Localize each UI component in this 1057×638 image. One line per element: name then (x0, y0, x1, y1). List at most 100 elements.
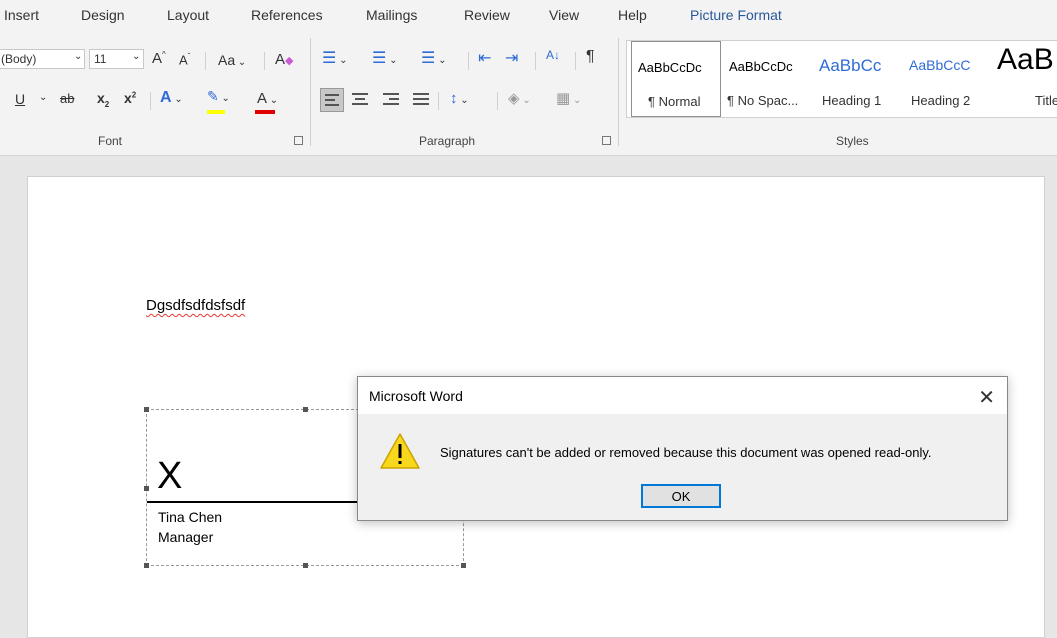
tab-insert[interactable]: Insert (4, 7, 39, 23)
style-name: ¶ Normal (648, 94, 701, 109)
borders-icon: ▦ (556, 90, 571, 107)
justify-button[interactable] (413, 93, 429, 109)
resize-handle[interactable] (461, 563, 466, 568)
tab-view[interactable]: View (549, 7, 579, 23)
sort-button[interactable]: A↓ (546, 48, 560, 62)
text-effects-icon: A (160, 89, 172, 106)
sort-icon: A↓ (546, 48, 561, 62)
highlight-color-swatch (207, 110, 225, 114)
line-spacing-button[interactable]: ↕ ⌄ (450, 90, 469, 107)
tab-review[interactable]: Review (464, 7, 510, 23)
group-separator (618, 38, 619, 146)
align-right-icon (383, 93, 399, 108)
separator (150, 92, 151, 110)
decrease-indent-icon: ⇤ (478, 50, 492, 67)
line-spacing-icon: ↕ (450, 90, 458, 107)
dialog-message: Signatures can't be added or removed bec… (440, 445, 932, 460)
clear-formatting-button[interactable]: A◆ (275, 51, 293, 68)
pilcrow-icon: ¶ (586, 48, 595, 65)
signer-name: Tina Chen (158, 509, 223, 525)
tab-references[interactable]: References (251, 7, 323, 23)
align-left-icon (325, 94, 339, 109)
grow-font-button[interactable]: A^ (152, 50, 166, 67)
shrink-font-button[interactable]: Aˇ (179, 52, 190, 67)
bullets-button[interactable]: ☰ ⌄ (322, 48, 348, 68)
style-no-spacing[interactable]: AaBbCcDc ¶ No Spac... (723, 41, 813, 117)
change-case-button[interactable]: Aa ⌄ (218, 52, 246, 68)
text-effects-button[interactable]: A ⌄ (160, 89, 183, 107)
ribbon-tab-bar: Insert Design Layout References Mailings… (0, 0, 1057, 30)
superscript-icon: x (124, 90, 132, 106)
separator (575, 52, 576, 70)
increase-indent-button[interactable]: ⇥ (505, 48, 518, 68)
show-formatting-button[interactable]: ¶ (586, 48, 595, 66)
increase-indent-icon: ⇥ (505, 50, 519, 67)
message-dialog: Microsoft Word ✕ Signatures can't be add… (357, 376, 1008, 521)
resize-handle[interactable] (303, 563, 308, 568)
dialog-titlebar: Microsoft Word ✕ (358, 377, 1007, 414)
style-preview: AaB (997, 43, 1054, 76)
tab-mailings[interactable]: Mailings (366, 7, 417, 23)
signature-x-mark: X (157, 455, 183, 497)
borders-button[interactable]: ▦ ⌄ (556, 89, 581, 107)
separator (535, 52, 536, 70)
font-color-swatch (255, 110, 275, 114)
separator (497, 92, 498, 110)
signer-title: Manager (158, 529, 214, 545)
tab-help[interactable]: Help (618, 7, 647, 23)
align-center-button[interactable] (352, 93, 368, 109)
style-heading-1[interactable]: AaBbCc Heading 1 (815, 41, 903, 117)
styles-gallery: AaBbCcDc ¶ Normal AaBbCcDc ¶ No Spac... … (626, 40, 1057, 118)
ok-button[interactable]: OK (641, 484, 721, 508)
paragraph-dialog-launcher-icon[interactable] (602, 136, 611, 145)
separator (264, 52, 265, 70)
warning-icon (380, 433, 420, 469)
style-name: Heading 2 (911, 93, 971, 108)
style-heading-2[interactable]: AaBbCcC Heading 2 (905, 41, 993, 117)
tab-layout[interactable]: Layout (167, 7, 209, 23)
paragraph-group-label: Paragraph (419, 134, 476, 148)
document-body-text[interactable]: Dgsdfsdfdsfsdf (146, 297, 245, 314)
font-color-button[interactable]: A ⌄ (257, 90, 278, 107)
align-right-button[interactable] (383, 93, 399, 109)
close-icon[interactable]: ✕ (978, 385, 995, 410)
style-preview: AaBbCcDc (638, 60, 702, 75)
underline-icon: U (15, 91, 26, 107)
separator (468, 52, 469, 70)
font-name-box[interactable]: (Body) ⌄ (0, 49, 85, 69)
tab-picture-format[interactable]: Picture Format (690, 7, 782, 23)
font-name-value: (Body) (1, 52, 37, 66)
separator (205, 52, 206, 70)
style-name: ¶ No Spac... (727, 93, 799, 108)
style-normal[interactable]: AaBbCcDc ¶ Normal (631, 41, 721, 117)
superscript-button[interactable]: x2 (124, 90, 136, 106)
subscript-button[interactable]: x2 (97, 90, 109, 109)
tab-design[interactable]: Design (81, 7, 125, 23)
styles-group-label: Styles (836, 134, 869, 148)
align-left-button[interactable] (320, 88, 344, 112)
shading-button[interactable]: ◈ ⌄ (508, 89, 531, 107)
separator (438, 92, 439, 110)
strikethrough-button[interactable]: ab (60, 91, 74, 106)
font-dialog-launcher-icon[interactable] (294, 136, 303, 145)
decrease-indent-button[interactable]: ⇤ (478, 48, 491, 68)
numbering-button[interactable]: ☰ ⌄ (372, 48, 398, 68)
multilevel-list-button[interactable]: ☰ ⌄ (421, 48, 447, 68)
chevron-down-icon[interactable]: ⌄ (74, 51, 82, 62)
numbering-icon: ☰ (372, 50, 387, 67)
resize-handle[interactable] (144, 486, 149, 491)
style-preview: AaBbCcDc (729, 59, 793, 74)
chevron-down-icon[interactable]: ⌄ (39, 92, 47, 103)
resize-handle[interactable] (144, 563, 149, 568)
highlighter-icon: ✎ (207, 88, 219, 104)
group-separator (310, 38, 311, 146)
chevron-down-icon[interactable]: ⌄ (132, 51, 140, 62)
style-title[interactable]: AaB Title (993, 41, 1057, 117)
multilevel-list-icon: ☰ (421, 50, 436, 67)
highlight-color-button[interactable]: ✎ ⌄ (207, 88, 230, 105)
resize-handle[interactable] (144, 407, 149, 412)
underline-button[interactable]: U (15, 91, 25, 107)
font-size-value: 11 (94, 52, 107, 66)
resize-handle[interactable] (303, 407, 308, 412)
font-size-box[interactable]: 11 ⌄ (89, 49, 144, 69)
